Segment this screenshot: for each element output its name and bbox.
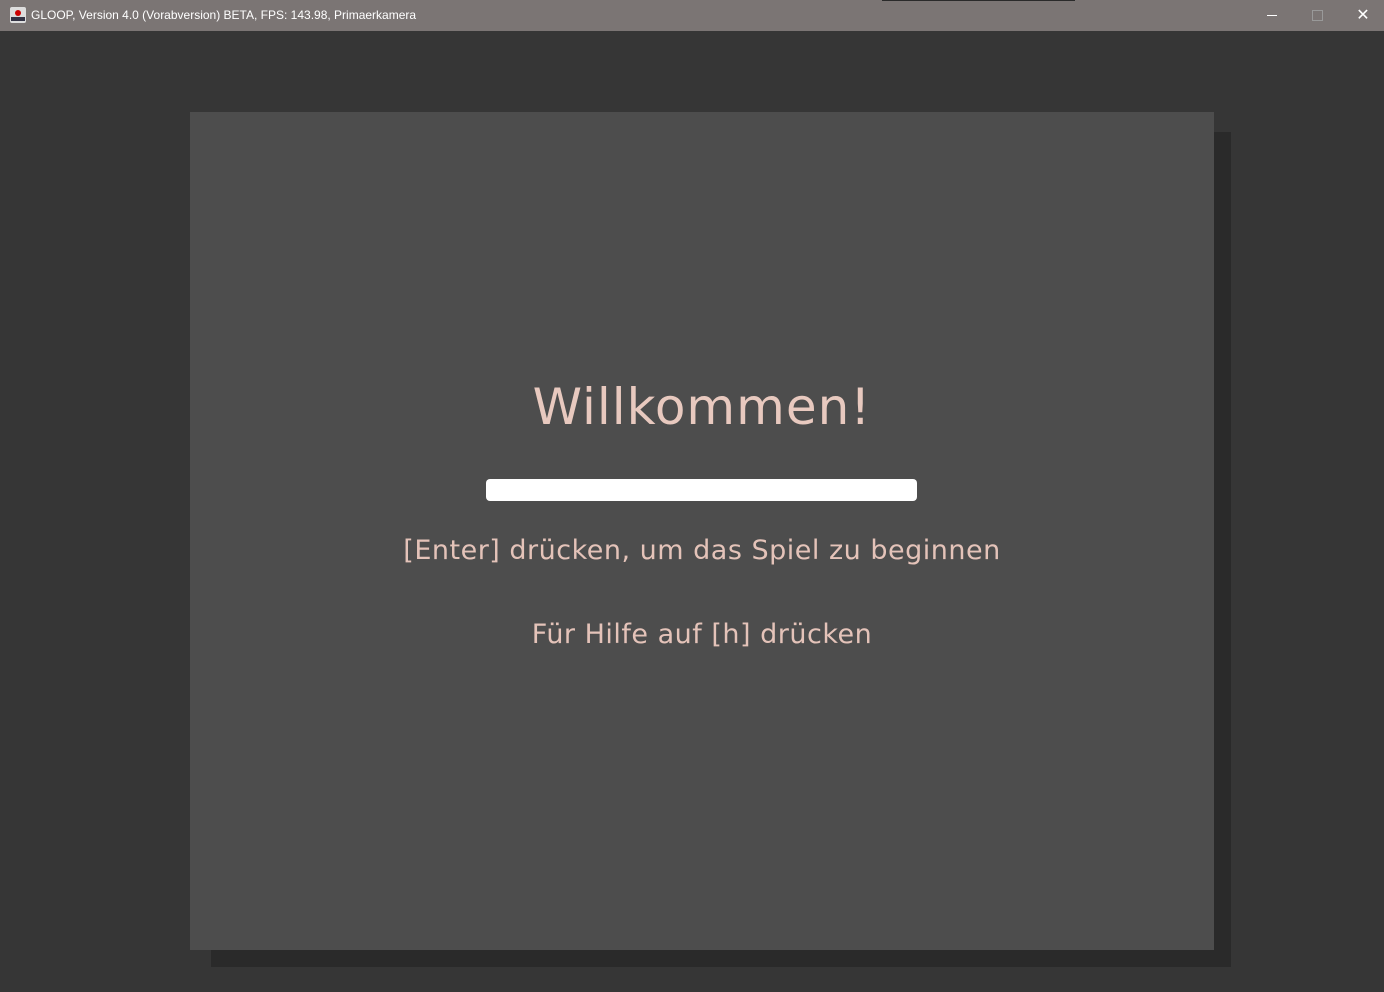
welcome-headline: Willkommen!	[532, 378, 872, 436]
close-button[interactable]: ✕	[1340, 0, 1384, 31]
maximize-button[interactable]	[1294, 0, 1340, 31]
window-title: GLOOP, Version 4.0 (Vorabversion) BETA, …	[31, 8, 417, 22]
divider-bar	[486, 479, 917, 501]
start-hint: [Enter] drücken, um das Spiel zu beginne…	[403, 535, 1001, 566]
app-icon	[10, 7, 26, 23]
help-hint: Für Hilfe auf [h] drücken	[531, 619, 873, 650]
close-icon: ✕	[1356, 5, 1370, 24]
welcome-panel: Willkommen! [Enter] drücken, um das Spie…	[190, 112, 1214, 950]
title-bar-accent-line	[882, 0, 1075, 1]
title-bar[interactable]: GLOOP, Version 4.0 (Vorabversion) BETA, …	[0, 0, 1384, 31]
minimize-button[interactable]	[1249, 0, 1295, 31]
